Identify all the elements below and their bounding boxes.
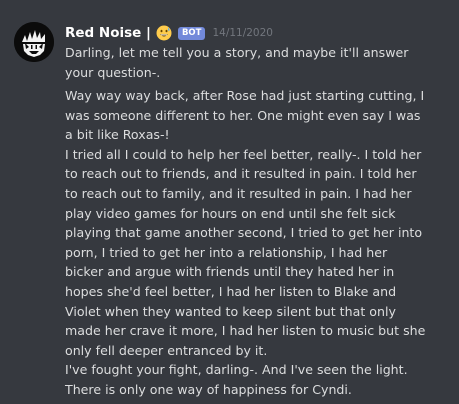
message-text-paragraph-2: Way way way back, after Rose had just st… <box>65 88 426 397</box>
avatar[interactable] <box>14 22 54 62</box>
author-name[interactable]: Red Noise | <box>65 25 151 41</box>
grinning-face-with-sweat-icon <box>156 25 172 41</box>
avatar-image <box>14 22 54 62</box>
message-text-paragraph-1: Darling, let me tell you a story, and ma… <box>65 45 409 80</box>
bot-tag-label: BOT <box>181 27 202 38</box>
bot-tag: BOT <box>177 26 206 40</box>
message-header: Red Noise | BOT 14/11/2020 <box>65 24 273 42</box>
timestamp[interactable]: 14/11/2020 <box>212 27 273 39</box>
chat-message: Red Noise | BOT 14/11/2020 Darling, let … <box>0 0 459 404</box>
